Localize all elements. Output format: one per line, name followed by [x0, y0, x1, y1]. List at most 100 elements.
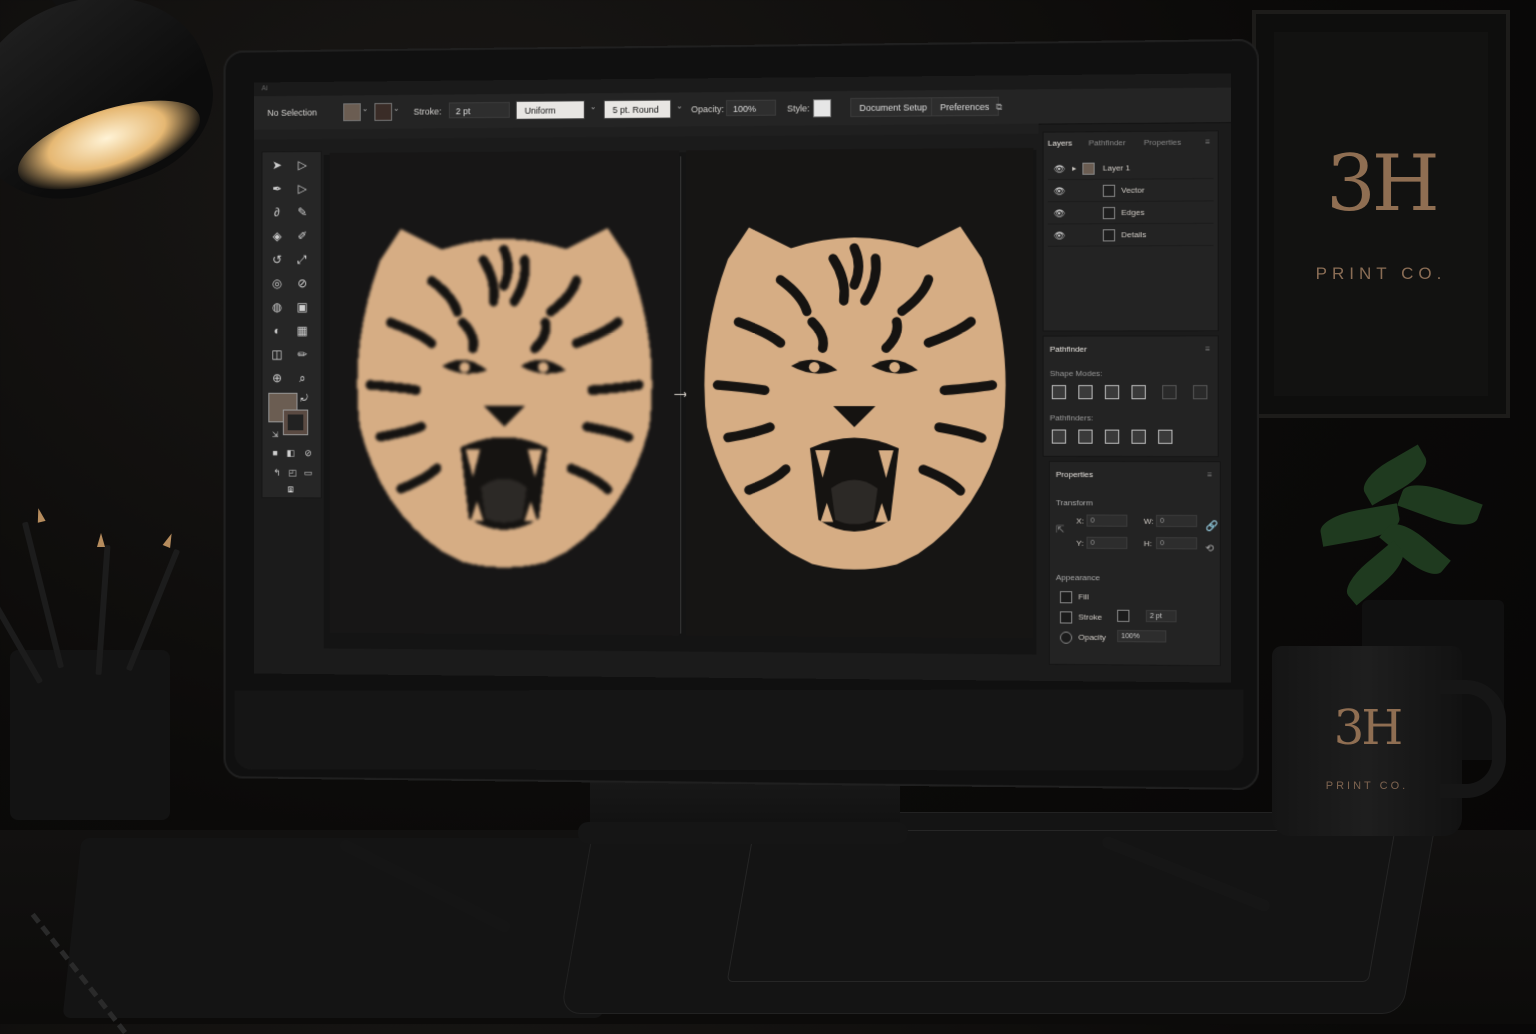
tab-properties[interactable]: Properties: [1144, 138, 1181, 147]
stroke-profile-select[interactable]: Uniform: [515, 100, 585, 120]
reference-point-icon[interactable]: ⇱: [1056, 524, 1065, 535]
tablet-active-area: [726, 830, 1396, 982]
layer-name: Layer 1: [1102, 163, 1131, 173]
shape-builder-icon[interactable]: ◍: [268, 298, 285, 316]
trim-icon[interactable]: [1078, 429, 1093, 444]
blob-brush-tool-icon[interactable]: ✐: [294, 227, 312, 245]
tools-panel: ➤ ▷ ✒ ▷ ∂ ✎ ◈ ✐ ↺ ⤢ ◎ ⊘ ◍ ▣ ◐ ▦ ◫ ✏ ⊕ ⌕ …: [261, 150, 322, 500]
screen-mode-icon[interactable]: ▭: [299, 464, 317, 482]
pen-tool-icon[interactable]: ✒: [268, 180, 285, 198]
stroke-label: Stroke:: [413, 106, 442, 117]
curvature-tool-icon[interactable]: ∂: [268, 203, 285, 221]
fill-swatch[interactable]: [343, 103, 361, 122]
gradient-mode-icon[interactable]: ◧: [282, 444, 299, 462]
visibility-eye-icon[interactable]: 👁: [1054, 164, 1066, 175]
properties-title: Properties: [1055, 469, 1094, 480]
expand-more-icon[interactable]: [1193, 385, 1208, 400]
visibility-eye-icon[interactable]: 👁: [1054, 186, 1066, 197]
live-paint-icon[interactable]: ▣: [294, 298, 312, 316]
perspective-tool-icon[interactable]: ◐: [268, 322, 285, 340]
panel-menu-icon[interactable]: ≡: [1207, 470, 1212, 479]
default-colors-icon[interactable]: ⇲: [266, 426, 283, 444]
selection-status: No Selection: [267, 107, 317, 118]
fill-checkbox[interactable]: [1059, 591, 1073, 604]
style-swatch[interactable]: [813, 99, 832, 118]
y-field[interactable]: 0: [1086, 536, 1128, 550]
visibility-eye-icon[interactable]: 👁: [1054, 208, 1066, 219]
arrange-icon[interactable]: ⧉: [996, 99, 1003, 115]
opacity-label: Opacity:: [691, 104, 725, 115]
stroke-color-swatch[interactable]: [1117, 609, 1130, 622]
tab-layers[interactable]: Layers: [1048, 139, 1072, 148]
fill-label: Fill: [1078, 592, 1089, 602]
artboard-vector[interactable]: [686, 147, 1034, 639]
opacity-label: Opacity: [1078, 632, 1107, 643]
layer-thumbnail: [1102, 229, 1116, 242]
rotate-tool-icon[interactable]: ↺: [268, 251, 285, 269]
exclude-icon[interactable]: [1131, 385, 1146, 400]
layer-name: Details: [1121, 230, 1147, 240]
warp-tool-icon[interactable]: ◎: [268, 274, 285, 292]
direct-selection-tool-icon[interactable]: ▷: [294, 156, 312, 174]
stroke-weight-field[interactable]: 2 pt: [1145, 609, 1177, 623]
rotate-icon[interactable]: ⟲: [1205, 543, 1214, 554]
preferences-button[interactable]: Preferences: [931, 96, 999, 117]
layer-row-vector[interactable]: 👁 Vector: [1047, 180, 1214, 203]
zoom-tool-icon[interactable]: ⌕: [294, 369, 312, 387]
eyedropper-tool-icon[interactable]: ✏: [294, 345, 312, 363]
outline-icon[interactable]: [1158, 429, 1173, 444]
stroke-color-box[interactable]: [282, 409, 309, 436]
chevron-down-icon[interactable]: ⌄: [590, 102, 597, 111]
opacity-field[interactable]: 100%: [1117, 629, 1167, 643]
merge-icon[interactable]: [1104, 429, 1120, 444]
minus-front-icon[interactable]: [1078, 385, 1093, 400]
panel-menu-icon[interactable]: ≡: [1205, 345, 1210, 354]
layer-row-layer-1[interactable]: 👁 ▸ Layer 1: [1047, 157, 1214, 181]
chevron-down-icon[interactable]: ⌄: [393, 104, 400, 113]
pencil-tip: [162, 532, 176, 548]
tab-pathfinder[interactable]: Pathfinder: [1089, 138, 1126, 147]
intersect-icon[interactable]: [1104, 385, 1120, 400]
document-setup-button[interactable]: Document Setup: [850, 97, 937, 118]
pencil: [21, 521, 65, 669]
brush-select[interactable]: 5 pt. Round: [603, 99, 672, 120]
layer-thumbnail: [1102, 206, 1116, 220]
artboard-raster[interactable]: [329, 150, 680, 636]
opacity-field[interactable]: 100%: [726, 99, 777, 117]
scale-tool-icon[interactable]: ⤢: [294, 251, 312, 269]
layer-name: Edges: [1121, 207, 1145, 218]
x-field[interactable]: 0: [1086, 514, 1128, 527]
layer-row-details[interactable]: 👁 Details: [1047, 224, 1214, 247]
expand-icon[interactable]: [1162, 385, 1177, 400]
chevron-down-icon[interactable]: ⌄: [676, 101, 683, 110]
tiger-pupil: [538, 361, 549, 373]
tiger-stripe: [713, 380, 769, 395]
swap-colors-icon[interactable]: ⤾: [296, 389, 314, 407]
stroke-swatch[interactable]: [374, 102, 393, 121]
edit-toolbar-icon[interactable]: ⧈: [282, 482, 299, 500]
unite-icon[interactable]: [1051, 385, 1067, 400]
brush-tool-icon[interactable]: ◈: [268, 227, 285, 245]
link-icon[interactable]: 🔗: [1205, 521, 1218, 532]
panel-menu-icon[interactable]: ≡: [1205, 137, 1210, 146]
anchor-tool-icon[interactable]: ▷: [294, 180, 312, 198]
tiger-stripe: [854, 248, 858, 285]
selection-tool-icon[interactable]: ➤: [268, 156, 285, 174]
width-tool-icon[interactable]: ⊘: [294, 274, 312, 292]
divide-icon[interactable]: [1051, 429, 1067, 444]
stroke-weight-field[interactable]: 2 pt: [448, 101, 510, 119]
stroke-checkbox[interactable]: [1059, 611, 1073, 624]
artboard-tool-icon[interactable]: ◫: [268, 345, 285, 363]
h-field[interactable]: 0: [1156, 537, 1198, 550]
crop-icon[interactable]: [1131, 429, 1146, 444]
layer-row-edges[interactable]: 👁 Edges: [1047, 202, 1214, 225]
chevron-down-icon[interactable]: ⌄: [362, 104, 369, 113]
visibility-eye-icon[interactable]: 👁: [1054, 230, 1066, 241]
hand-tool-icon[interactable]: ⊕: [268, 369, 285, 387]
expand-triangle-icon[interactable]: ▸: [1072, 164, 1076, 173]
pencil-tool-icon[interactable]: ✎: [294, 203, 312, 221]
w-field[interactable]: 0: [1156, 514, 1198, 528]
mesh-tool-icon[interactable]: ▦: [294, 322, 312, 340]
none-mode-icon[interactable]: ⊘: [299, 444, 317, 462]
pencil-tip: [97, 533, 105, 547]
